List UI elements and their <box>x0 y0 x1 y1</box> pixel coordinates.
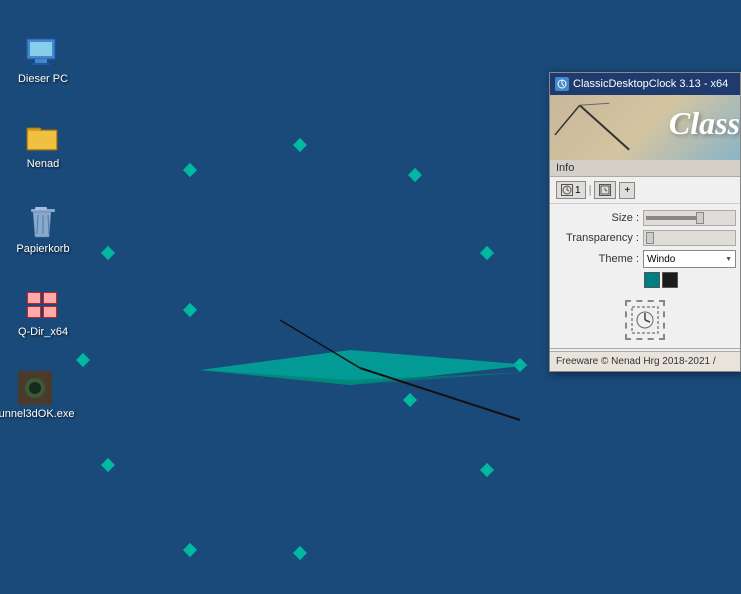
dieser-pc-label: Dieser PC <box>18 73 68 85</box>
diamond-4 <box>101 246 115 260</box>
theme-label: Theme : <box>554 253 639 265</box>
clock-btn-add[interactable]: + <box>619 182 635 199</box>
dieser-pc-icon <box>25 35 61 71</box>
clock-small-icon-1 <box>561 184 573 196</box>
qdir-icon <box>25 288 61 324</box>
clock-btn-2[interactable] <box>594 181 616 199</box>
cdc-footer: Freeware © Nenad Hrg 2018-2021 / <box>550 351 740 371</box>
desktop-icon-nenad[interactable]: Nenad <box>8 120 78 170</box>
clock-visualization <box>150 290 530 450</box>
color-swatches <box>644 272 678 288</box>
cdc-window: ClassicDesktopClock 3.13 - x64 Class Inf… <box>549 72 741 372</box>
theme-control-row: Theme : Windo ▼ <box>554 250 736 268</box>
cdc-controls: Size : Transparency : Theme : Windo <box>550 204 740 294</box>
swatch-dark[interactable] <box>662 272 678 288</box>
transparency-label: Transparency : <box>554 232 639 244</box>
diamond-7 <box>513 358 527 372</box>
cdc-info-bar: Info <box>550 160 740 177</box>
theme-dropdown[interactable]: Windo ▼ <box>643 250 736 268</box>
size-slider[interactable] <box>643 210 736 226</box>
diamond-5 <box>480 246 494 260</box>
dropdown-arrow-icon: ▼ <box>725 256 732 263</box>
desktop-icon-dieser-pc[interactable]: Dieser PC <box>8 35 78 85</box>
size-control-row: Size : <box>554 210 736 226</box>
diamond-11 <box>293 546 307 560</box>
cdc-clock-selector: 1 | + <box>550 177 740 204</box>
papierkorb-icon <box>25 205 61 241</box>
cdc-title-text: ClassicDesktopClock 3.13 - x64 <box>573 78 735 90</box>
desktop-icon-tunnel3d[interactable]: tunnel3dOK.exe <box>0 370 70 420</box>
diamond-3 <box>408 168 422 182</box>
cdc-divider <box>550 348 740 349</box>
diamond-9 <box>480 463 494 477</box>
size-label: Size : <box>554 212 639 224</box>
nenad-icon <box>25 120 61 156</box>
clock-btn-1[interactable]: 1 <box>556 181 586 199</box>
papierkorb-label: Papierkorb <box>16 243 69 255</box>
diamond-2 <box>183 163 197 177</box>
cdc-banner-text: Class <box>669 105 740 142</box>
nenad-label: Nenad <box>27 158 59 170</box>
tunnel3d-icon <box>17 370 53 406</box>
tunnel3d-label: tunnel3dOK.exe <box>0 408 74 420</box>
theme-value: Windo <box>647 254 675 265</box>
diamond-13 <box>403 393 417 407</box>
cdc-info-label: Info <box>556 162 574 174</box>
clock-dashed-box <box>625 300 665 340</box>
cdc-title-icon <box>555 77 569 91</box>
separator-1: | <box>589 184 592 196</box>
desktop-icon-papierkorb[interactable]: Papierkorb <box>8 205 78 255</box>
cdc-clock-icon-area <box>550 294 740 346</box>
swatch-teal[interactable] <box>644 272 660 288</box>
add-clock-label: + <box>624 185 630 196</box>
cdc-footer-text: Freeware © Nenad Hrg 2018-2021 / <box>556 356 716 367</box>
diamond-1 <box>293 138 307 152</box>
transparency-control-row: Transparency : <box>554 230 736 246</box>
diamond-8 <box>101 458 115 472</box>
desktop: Dieser PC Nenad Papierkorb <box>0 0 741 594</box>
diamond-10 <box>183 543 197 557</box>
diamond-12 <box>183 303 197 317</box>
color-swatches-row <box>554 272 736 288</box>
cdc-titlebar[interactable]: ClassicDesktopClock 3.13 - x64 <box>550 73 740 95</box>
qdir-label: Q-Dir_x64 <box>18 326 68 338</box>
clock-btn-1-label: 1 <box>575 185 581 196</box>
clock-small-icon-2 <box>599 184 611 196</box>
transparency-slider[interactable] <box>643 230 736 246</box>
cdc-banner: Class <box>550 95 740 160</box>
diamond-6 <box>76 353 90 367</box>
desktop-icon-qdir[interactable]: Q-Dir_x64 <box>8 288 78 338</box>
